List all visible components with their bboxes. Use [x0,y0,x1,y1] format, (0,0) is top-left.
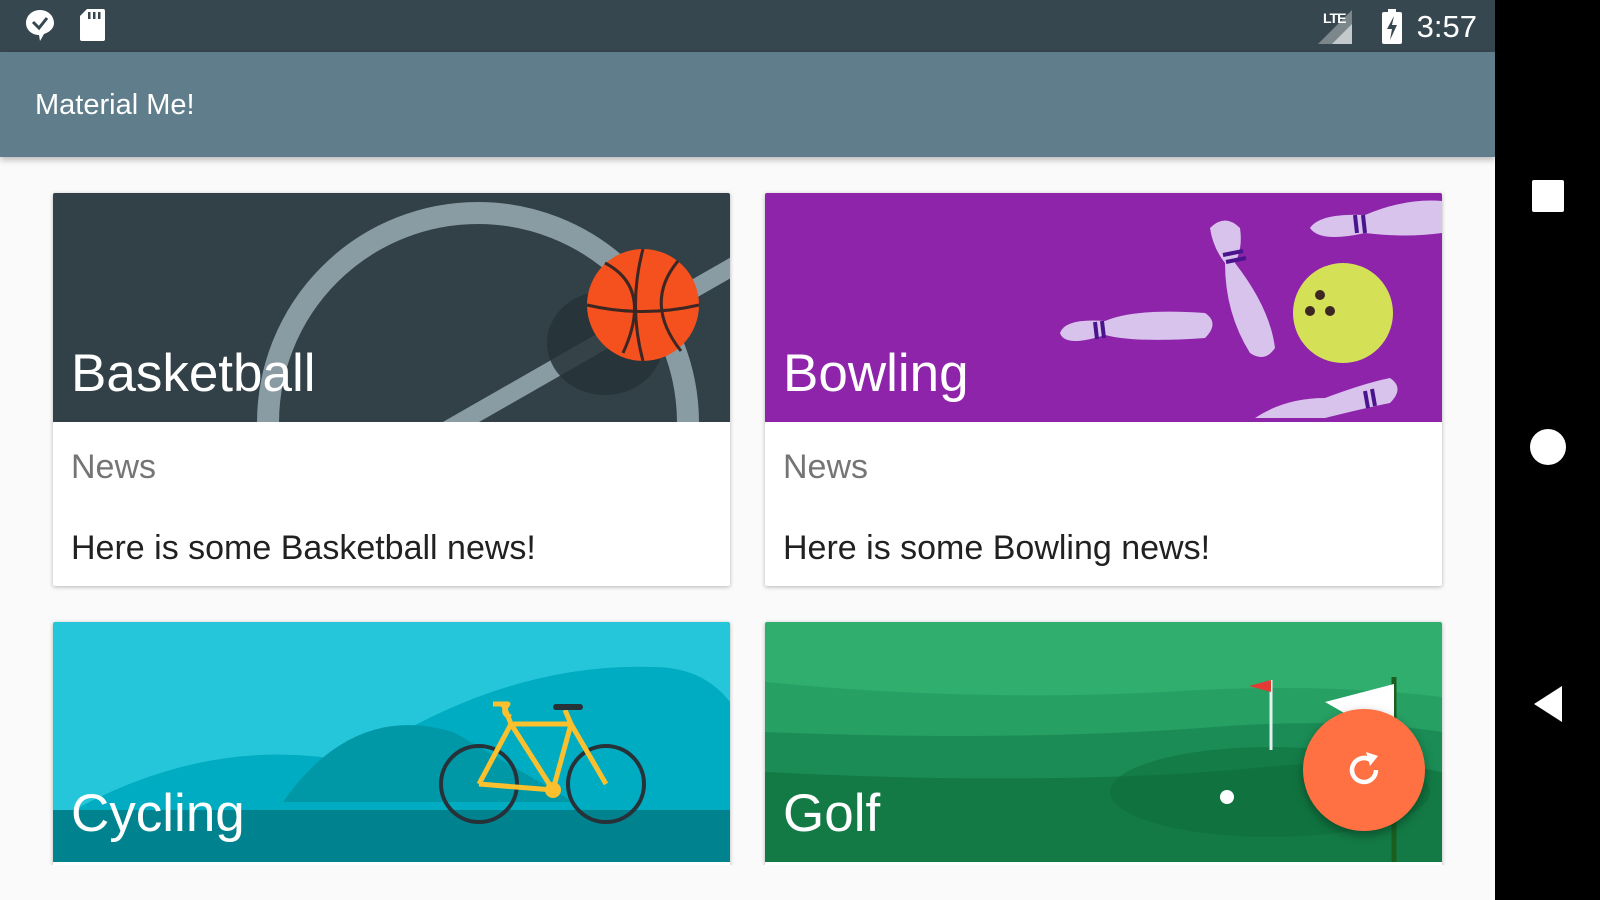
battery-charging-icon [1381,9,1403,49]
card-cycling[interactable]: Cycling [53,622,730,865]
card-subtitle: News [71,448,157,486]
app-screen: LTE 3:57 Material Me! Basketball News He… [0,0,1495,900]
signal-icon [1318,10,1352,49]
sd-card-icon [79,8,105,47]
cycling-image: Cycling [53,622,730,862]
card-text: Here is some Bowling news! [783,529,1211,567]
card-basketball[interactable]: Basketball News Here is some Basketball … [53,193,730,586]
card-title: Golf [783,784,881,843]
recents-button[interactable] [1520,168,1576,224]
bowling-image: Bowling [765,193,1442,422]
home-button[interactable] [1520,419,1576,475]
card-subtitle: News [783,448,869,486]
status-time: 3:57 [1416,9,1477,44]
card-title: Basketball [71,344,316,403]
notification-icon [24,8,56,47]
app-title: Material Me! [35,89,195,121]
navigation-bar [1495,0,1600,900]
card-list[interactable]: Basketball News Here is some Basketball … [0,157,1495,865]
card-bowling[interactable]: Bowling News Here is some Bowling news! [765,193,1442,586]
recents-icon [1532,180,1564,212]
card-text: Here is some Basketball news! [71,529,536,567]
status-bar: LTE 3:57 [0,0,1495,52]
app-bar: Material Me! [0,52,1495,157]
back-button[interactable] [1520,676,1576,732]
card-title: Cycling [71,784,245,843]
back-icon [1534,686,1562,722]
refresh-fab[interactable] [1303,709,1425,831]
home-icon [1530,429,1566,465]
refresh-icon [1349,752,1379,785]
basketball-image: Basketball [53,193,730,422]
card-title: Bowling [783,344,969,403]
